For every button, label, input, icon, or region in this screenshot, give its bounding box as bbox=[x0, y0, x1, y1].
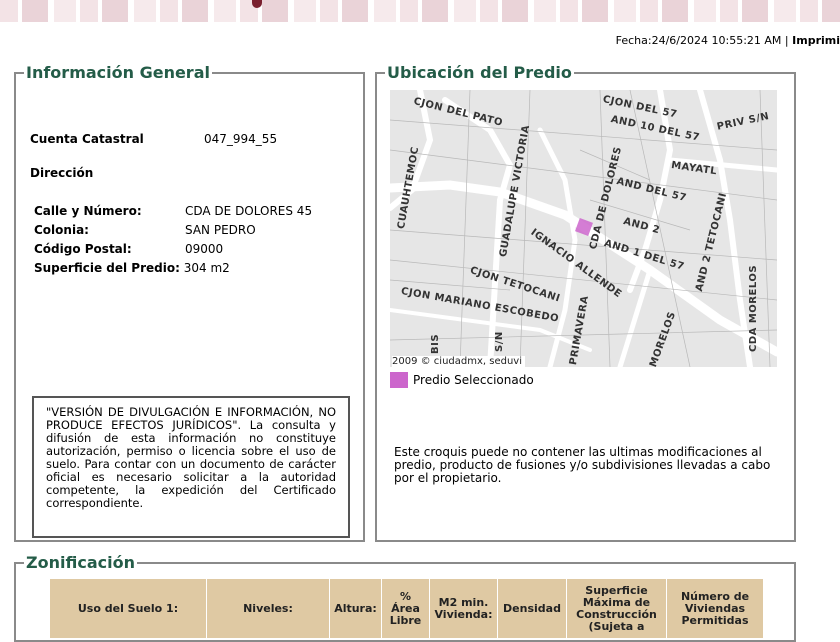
date-bar: Fecha:24/6/2024 10:55:21 AM | Imprimi bbox=[616, 34, 840, 47]
superficie-value: 304 m2 bbox=[183, 261, 230, 275]
separator: | bbox=[784, 34, 789, 47]
panel-title: Zonificación bbox=[24, 553, 137, 572]
cp-label: Código Postal: bbox=[34, 242, 132, 256]
legend-swatch bbox=[390, 372, 408, 388]
location-map[interactable]: CJON DEL PATO CJON DEL 57 AND 10 DEL 57 … bbox=[390, 90, 777, 367]
general-info-panel: Información General Cuenta Catastral 047… bbox=[14, 63, 365, 542]
header-pattern-band bbox=[0, 0, 840, 22]
panel-title: Información General bbox=[24, 63, 212, 82]
direccion-label: Dirección bbox=[30, 166, 94, 180]
street-label: S/N bbox=[494, 331, 505, 352]
calle-label: Calle y Número: bbox=[34, 204, 142, 218]
street-label: CDA MORELOS bbox=[748, 264, 759, 352]
print-link[interactable]: Imprimi bbox=[792, 34, 840, 47]
location-panel: Ubicación del Predio CJON DEL PATO CJON … bbox=[375, 63, 796, 542]
cuenta-label: Cuenta Catastral bbox=[30, 132, 144, 146]
disclaimer-box: "VERSIÓN DE DIVULGACIÓN E INFORMACIÓN, N… bbox=[32, 396, 350, 538]
map-legend: Predio Seleccionado bbox=[390, 372, 534, 388]
calle-value: CDA DE DOLORES 45 bbox=[185, 204, 313, 218]
zoning-panel: Zonificación Uso del Suelo 1: Niveles: A… bbox=[14, 553, 796, 642]
cuenta-value: 047_994_55 bbox=[204, 132, 278, 146]
colonia-label: Colonia: bbox=[34, 223, 89, 237]
map-note: Este croquis puede no contener las ultim… bbox=[394, 445, 771, 485]
legend-label: Predio Seleccionado bbox=[413, 373, 534, 387]
panel-title: Ubicación del Predio bbox=[385, 63, 574, 82]
cp-value: 09000 bbox=[185, 242, 224, 256]
superficie-label: Superficie del Predio: bbox=[34, 261, 180, 275]
street-label: BIS bbox=[430, 333, 441, 354]
map-copyright: 2009 © ciudadmx, seduvi bbox=[392, 356, 526, 367]
colonia-value: SAN PEDRO bbox=[185, 223, 256, 237]
date-text: Fecha:24/6/2024 10:55:21 AM bbox=[615, 34, 782, 47]
